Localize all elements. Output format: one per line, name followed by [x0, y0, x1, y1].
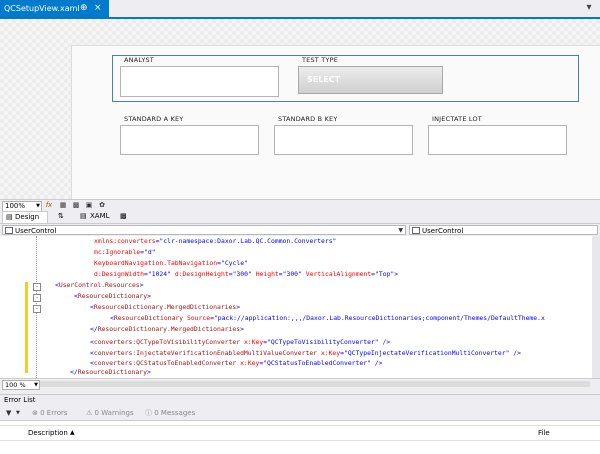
chevron-down-icon[interactable]: ▼ [16, 408, 20, 418]
standard-a-key-label: STANDARD A KEY [124, 115, 184, 123]
test-type-select-button[interactable]: SELECT [298, 66, 443, 94]
element-combo-left[interactable]: UserControl ▼ [2, 225, 406, 235]
code-line[interactable]: KeyboardNavigation.TabNavigation="Cycle" [94, 258, 248, 269]
sort-ascending-icon: ▲ [70, 429, 75, 436]
messages-filter-button[interactable]: ⓘ 0 Messages [145, 408, 195, 418]
standard-b-key-textbox[interactable] [274, 125, 413, 155]
tab-design-label: Design [15, 213, 40, 221]
code-line[interactable]: <converters:QCTypeToVisibilityConverter … [90, 337, 390, 348]
code-line[interactable]: </ResourceDictionary.MergedDictionaries> [90, 324, 244, 335]
injectate-lot-label: INJECTATE LOT [432, 115, 482, 123]
warnings-filter-button[interactable]: ⚠ 0 Warnings [86, 408, 134, 418]
warnings-count: 0 Warnings [94, 409, 134, 417]
errors-filter-button[interactable]: ⊗ 0 Errors [32, 408, 68, 418]
xaml-tab-icon: ▤ [80, 212, 87, 220]
element-combo-right[interactable]: UserControl [409, 225, 598, 235]
error-list-header: Error List [0, 394, 600, 406]
pin-icon[interactable]: ⊕ [80, 0, 88, 17]
annotation-icon[interactable]: ✿ [97, 201, 107, 210]
change-marker [25, 282, 28, 337]
fx-icon[interactable]: fx [44, 201, 54, 210]
design-tab-icon: ▤ [6, 213, 13, 221]
error-list-table: Description ▲ File [0, 421, 600, 454]
designer-zoom-value: 100% [5, 202, 26, 210]
collapse-icon[interactable]: - [33, 294, 41, 302]
code-line[interactable]: d:DesignWidth="1024" d:DesignHeight="300… [94, 269, 398, 280]
filter-icon[interactable]: ▼ [6, 408, 11, 418]
usercontrol-icon [412, 227, 420, 234]
error-icon: ⊗ [32, 409, 38, 417]
collapse-icon[interactable]: - [33, 283, 41, 291]
column-file[interactable]: File [538, 426, 550, 440]
document-tab-qcsetupview[interactable]: QCSetupView.xaml ⊕ × [0, 0, 109, 17]
xaml-code-editor[interactable]: xmlns:converters="clr-namespace:Daxor.La… [0, 236, 600, 378]
element-combo-right-value: UserControl [422, 227, 464, 235]
editor-horizontal-scrollbar[interactable] [40, 381, 590, 387]
design-surface[interactable] [0, 19, 600, 200]
tab-xaml[interactable]: ▤ XAML [80, 211, 120, 222]
error-list-toolbar: ▼ ▼ ⊗ 0 Errors ⚠ 0 Warnings ⓘ 0 Messages [0, 406, 600, 421]
analyst-label: ANALYST [124, 56, 154, 64]
usercontrol-icon [5, 227, 13, 234]
error-list-title: Error List [4, 396, 36, 404]
editor-zoom-value: 100 % [5, 381, 26, 389]
swap-panes-icon[interactable]: ⇅ [58, 211, 64, 222]
expand-pane-icon[interactable]: ▩ [120, 211, 127, 222]
tab-xaml-label: XAML [90, 212, 110, 220]
snap-gridlines-icon[interactable]: ▩ [71, 201, 81, 210]
code-line[interactable]: <ResourceDictionary.MergedDictionaries> [90, 302, 240, 313]
editor-vertical-scrollbar[interactable] [592, 236, 600, 378]
messages-count: 0 Messages [154, 409, 196, 417]
test-type-label: TEST TYPE [302, 56, 339, 64]
info-icon: ⓘ [145, 409, 152, 417]
error-list-column-header: Description ▲ File [0, 425, 600, 441]
code-line[interactable]: xmlns:converters="clr-namespace:Daxor.La… [94, 236, 336, 247]
snap-lines-icon[interactable]: ▣ [84, 201, 94, 210]
tab-dropdown-icon[interactable]: ▾ [583, 2, 595, 14]
chevron-down-icon: ▼ [36, 203, 40, 209]
code-line[interactable]: <UserControl.Resources> [55, 280, 144, 291]
split-view-bar: ▤ Design ⇅ ▤ XAML ▩ [0, 211, 600, 223]
chevron-down-icon: ▼ [398, 227, 403, 234]
warning-icon: ⚠ [86, 409, 93, 417]
standard-a-key-textbox[interactable] [120, 125, 259, 155]
tab-design[interactable]: ▤ Design [2, 211, 48, 223]
close-icon[interactable]: × [94, 0, 102, 17]
code-line[interactable]: mc:Ignorable="d" [94, 247, 156, 258]
document-tab-title: QCSetupView.xaml [4, 4, 80, 13]
injectate-lot-textbox[interactable] [428, 125, 567, 155]
element-combo-left-value: UserControl [15, 227, 57, 235]
editor-zoom-select[interactable]: 100 % ▼ [2, 380, 40, 390]
editor-status-bar: 100 % ▼ [0, 378, 600, 390]
change-marker [25, 337, 28, 373]
standard-b-key-label: STANDARD B KEY [278, 115, 338, 123]
document-tab-strip: QCSetupView.xaml ⊕ × ▾ [0, 0, 600, 19]
analyst-textbox[interactable] [120, 66, 279, 97]
errors-count: 0 Errors [40, 409, 68, 417]
chevron-down-icon: ▼ [34, 382, 38, 388]
code-line[interactable]: <ResourceDictionary Source="pack://appli… [110, 313, 545, 324]
xaml-navigation-bar: UserControl ▼ UserControl [0, 223, 600, 237]
grid-icon[interactable]: ▦ [58, 201, 68, 210]
code-line[interactable]: <ResourceDictionary> [74, 291, 151, 302]
code-line[interactable]: </ResourceDictionary> [70, 367, 151, 378]
editor-gutter [0, 236, 24, 378]
column-description[interactable]: Description [28, 426, 68, 440]
collapse-icon[interactable]: - [33, 305, 41, 313]
